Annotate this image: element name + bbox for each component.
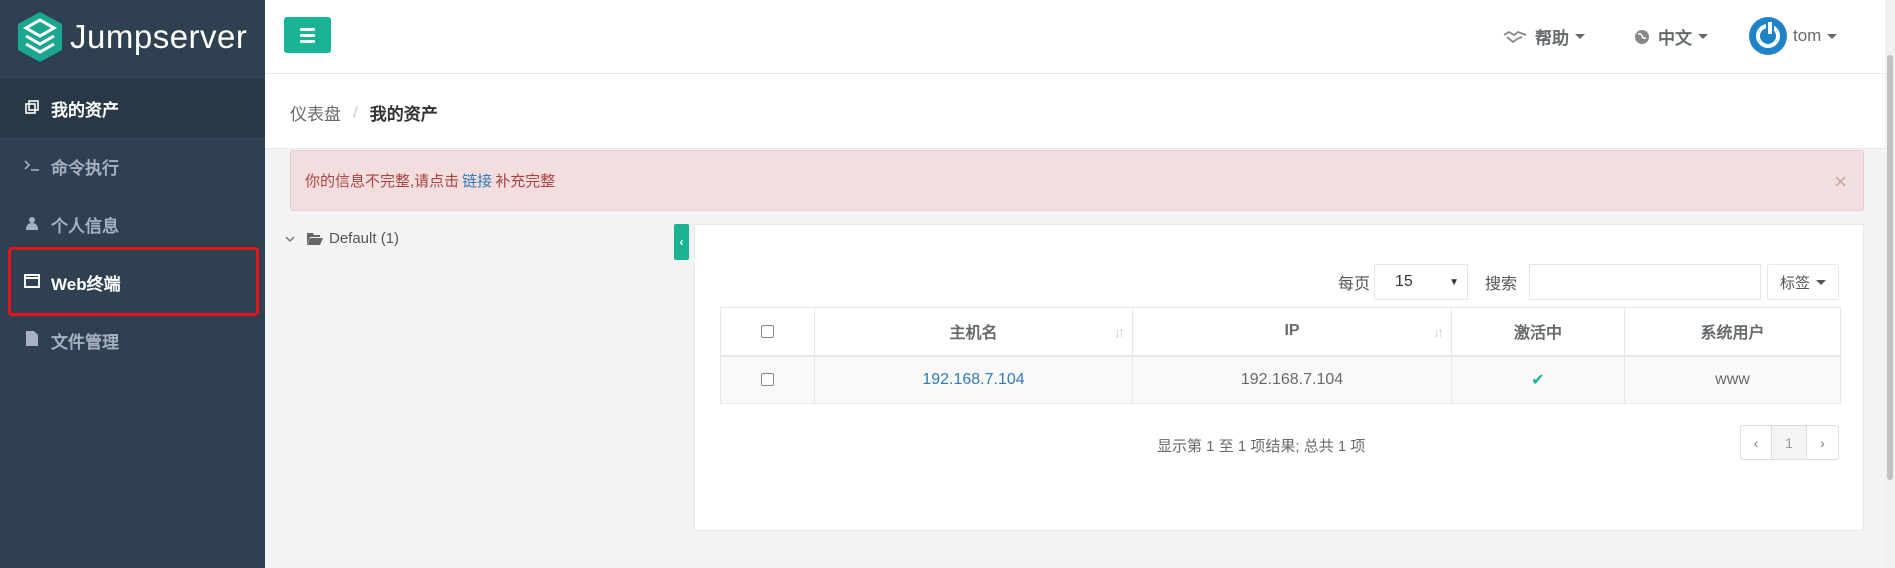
active-check-icon: ✔ <box>1451 355 1625 404</box>
logo-text: Jumpserver <box>70 18 248 55</box>
breadcrumb-current: 我的资产 <box>369 105 438 124</box>
page-heading: 仪表盘 / 我的资产 <box>265 74 1895 149</box>
alert-text-after: 补充完整 <box>495 173 556 190</box>
next-page-button[interactable]: › <box>1807 425 1839 460</box>
hamburger-icon <box>300 27 315 31</box>
sidebar-item-label: 命令执行 <box>51 158 119 178</box>
help-label: 帮助 <box>1535 29 1569 48</box>
system-user-cell: www <box>1624 355 1841 404</box>
tag-dropdown-button[interactable]: 标签 <box>1767 264 1839 300</box>
asset-tree: Default (1) <box>285 230 399 247</box>
hostname-link[interactable]: 192.168.7.104 <box>814 355 1133 404</box>
username-label: tom <box>1793 26 1822 45</box>
sort-icon[interactable]: ↓↑ <box>1433 324 1444 340</box>
breadcrumb-home[interactable]: 仪表盘 <box>290 100 341 125</box>
language-dropdown[interactable]: 中文 <box>1634 24 1708 49</box>
language-label: 中文 <box>1658 29 1692 48</box>
table-controls: 每页 15 ▼ 搜索 标签 <box>1338 264 1839 300</box>
logo[interactable]: Jumpserver <box>0 0 265 74</box>
assets-table: 主机名 ↓↑ IP ↓↑ 激活中 系统用户 192.168.7.104 192.16… <box>720 307 1841 404</box>
page-1-button[interactable]: 1 <box>1772 425 1807 460</box>
sidebar: Jumpserver 我的资产 命令执行 个人信息 Web终端 文件管理 <box>0 0 265 568</box>
caret-down-icon <box>1827 33 1838 39</box>
terminal-icon <box>22 158 42 175</box>
user-icon <box>22 216 42 233</box>
caret-down-icon: ▼ <box>1449 276 1459 288</box>
avatar <box>1749 17 1787 55</box>
caret-down-icon <box>1698 34 1708 39</box>
search-label: 搜索 <box>1484 276 1517 293</box>
incomplete-info-alert: 你的信息不完整,请点击 链接 补充完整 × <box>290 150 1864 211</box>
jumpserver-logo-icon <box>18 12 62 62</box>
close-icon[interactable]: × <box>1834 169 1847 195</box>
handshake-icon <box>1503 30 1527 43</box>
caret-down-icon <box>1575 34 1585 39</box>
folder-open-icon <box>307 233 323 245</box>
chevron-left-icon: ‹ <box>679 235 684 249</box>
breadcrumb-separator: / <box>353 102 358 122</box>
scrollbar-thumb[interactable] <box>1887 55 1893 480</box>
caret-down-icon <box>1816 279 1826 285</box>
tag-label: 标签 <box>1779 274 1810 292</box>
menu-toggle-button[interactable] <box>284 17 331 53</box>
search-input[interactable] <box>1529 264 1761 300</box>
table-header-row: 主机名 ↓↑ IP ↓↑ 激活中 系统用户 <box>720 307 1841 357</box>
file-icon <box>22 331 42 349</box>
sidebar-item-my-assets[interactable]: 我的资产 <box>0 79 265 137</box>
column-header-system-user: 系统用户 <box>1624 307 1841 357</box>
tree-node-default[interactable]: Default (1) <box>329 230 399 247</box>
table-row: 192.168.7.104 192.168.7.104 ✔ www <box>720 355 1841 404</box>
assets-panel: 每页 15 ▼ 搜索 标签 主机名 ↓↑ IP ↓↑ 激活中 系统用户 192.16… <box>694 224 1864 531</box>
ip-cell: 192.168.7.104 <box>1132 355 1452 404</box>
per-page-select[interactable]: 15 ▼ <box>1373 264 1468 300</box>
column-header-active: 激活中 <box>1451 307 1625 357</box>
row-select-cell <box>720 355 815 404</box>
per-page-value: 15 <box>1394 273 1413 290</box>
sidebar-item-label: 个人信息 <box>51 216 119 236</box>
user-dropdown[interactable]: tom <box>1749 17 1838 55</box>
sidebar-item-profile[interactable]: 个人信息 <box>0 195 265 253</box>
power-icon <box>1756 20 1780 48</box>
sidebar-item-command-exec[interactable]: 命令执行 <box>0 137 265 195</box>
sidebar-item-label: 文件管理 <box>51 332 119 352</box>
pagination: ‹ 1 › <box>1740 425 1839 460</box>
column-header-hostname[interactable]: 主机名 ↓↑ <box>814 307 1133 357</box>
collapse-tree-button[interactable]: ‹ <box>674 224 689 260</box>
globe-icon <box>1635 29 1649 44</box>
table-info: 显示第 1 至 1 项结果; 总共 1 项 <box>1157 438 1366 455</box>
alert-text: 你的信息不完整,请点击 <box>305 173 460 190</box>
help-dropdown[interactable]: 帮助 <box>1503 24 1585 49</box>
assets-icon <box>22 99 42 118</box>
per-page-label: 每页 <box>1337 276 1370 293</box>
chevron-down-icon[interactable] <box>285 234 295 244</box>
alert-link[interactable]: 链接 <box>462 170 492 191</box>
sidebar-item-file-manager[interactable]: 文件管理 <box>0 311 265 369</box>
previous-page-button[interactable]: ‹ <box>1740 425 1772 460</box>
top-navbar: 帮助 中文 tom <box>265 0 1895 74</box>
row-checkbox[interactable] <box>761 373 774 387</box>
breadcrumb: 仪表盘 / 我的资产 <box>290 100 438 125</box>
sidebar-item-label: 我的资产 <box>51 100 119 120</box>
select-all-header <box>720 307 815 357</box>
highlight-box <box>8 247 259 316</box>
sort-icon[interactable]: ↓↑ <box>1114 324 1125 340</box>
scrollbar[interactable] <box>1885 0 1895 568</box>
column-header-ip[interactable]: IP ↓↑ <box>1132 307 1452 357</box>
select-all-checkbox[interactable] <box>761 324 774 338</box>
